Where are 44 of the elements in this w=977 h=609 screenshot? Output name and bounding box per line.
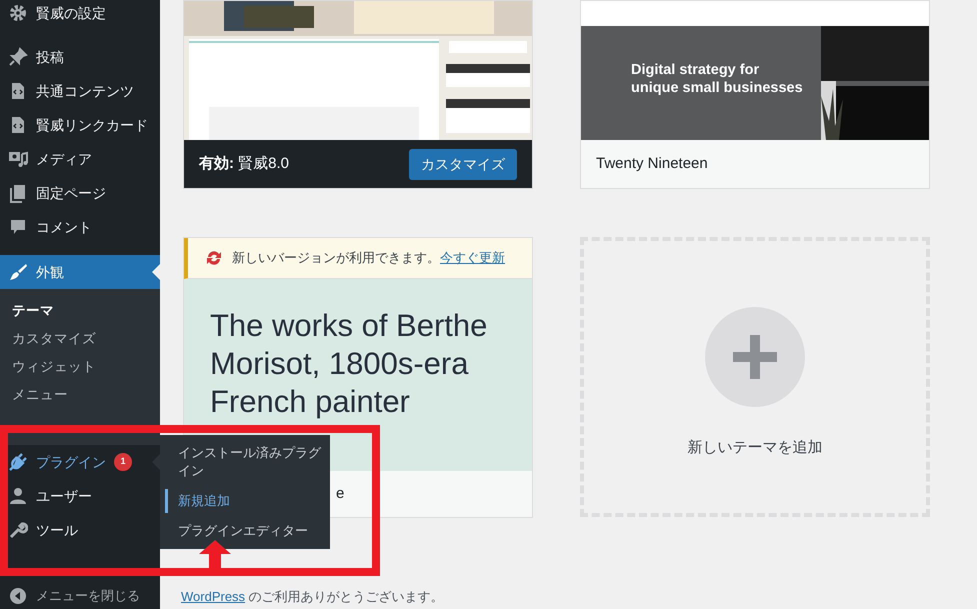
menu-item[interactable]: 固定ページ	[0, 176, 160, 210]
wordpress-link[interactable]: WordPress	[181, 589, 246, 604]
add-theme-label: 新しいテーマを追加	[688, 438, 822, 458]
preview-headline: Digital strategy for unique small businesses	[631, 61, 803, 97]
submenu-item[interactable]: プラグインエディター	[160, 519, 330, 543]
submenu-item[interactable]: ウィジェット	[0, 353, 160, 381]
menu-item[interactable]: 賢威の設定	[0, 0, 160, 26]
menu-item[interactable]: 投稿	[0, 40, 160, 74]
customize-button[interactable]: カスタマイズ	[409, 148, 517, 180]
submenu-item[interactable]: メニュー	[0, 381, 160, 409]
menu-item[interactable]: 賢威リンクカード	[0, 108, 160, 142]
brush-icon	[8, 262, 28, 282]
plug-icon	[8, 452, 28, 472]
menu-item[interactable]: コメント	[0, 210, 160, 244]
menu-item[interactable]: 共通コンテンツ	[0, 74, 160, 108]
plus-icon	[730, 332, 780, 382]
collapse-icon	[8, 586, 28, 606]
wrench-icon	[8, 520, 28, 540]
menu-item[interactable]: 外観	[0, 255, 160, 289]
add-theme-card[interactable]: 新しいテーマを追加	[580, 237, 930, 517]
gear-icon	[8, 3, 28, 23]
theme-name: Twenty Nineteen	[596, 154, 708, 174]
submenu-item[interactable]: カスタマイズ	[0, 325, 160, 353]
preview-headline: The works of Berthe Morisot, 1800s-era French painter	[210, 307, 488, 421]
up-arrow-icon	[199, 540, 231, 571]
update-now-link[interactable]: 今すぐ更新	[440, 250, 505, 266]
menu-item[interactable]: ユーザー	[0, 479, 160, 513]
update-notice-text: 新しいバージョンが利用できます。今すぐ更新	[232, 249, 505, 268]
pin-icon	[8, 47, 28, 67]
menu-item[interactable]: メディア	[0, 142, 160, 176]
notification-count: 1	[114, 453, 132, 471]
user-icon	[8, 486, 28, 506]
pages-icon	[8, 183, 28, 203]
theme-name: 有効: 賢威8.0	[199, 154, 290, 174]
theme-name: e	[336, 484, 344, 504]
collapse-menu-button[interactable]: メニューを閉じる	[0, 586, 160, 606]
submenu-item[interactable]: 新規追加	[165, 489, 330, 513]
theme-card[interactable]: 有効: 賢威8.0 カスタマイズ	[183, 0, 533, 189]
media-icon	[8, 149, 28, 169]
footer-text: WordPress のご利用ありがとうございます。	[181, 589, 444, 605]
theme-card[interactable]: Digital strategy for unique small businesses Twenty Nineteen	[580, 0, 930, 189]
menu-item[interactable]: プラグイン 1	[0, 445, 160, 479]
submenu-item[interactable]: テーマ	[0, 297, 160, 325]
menu-item[interactable]: ツール	[0, 513, 160, 547]
